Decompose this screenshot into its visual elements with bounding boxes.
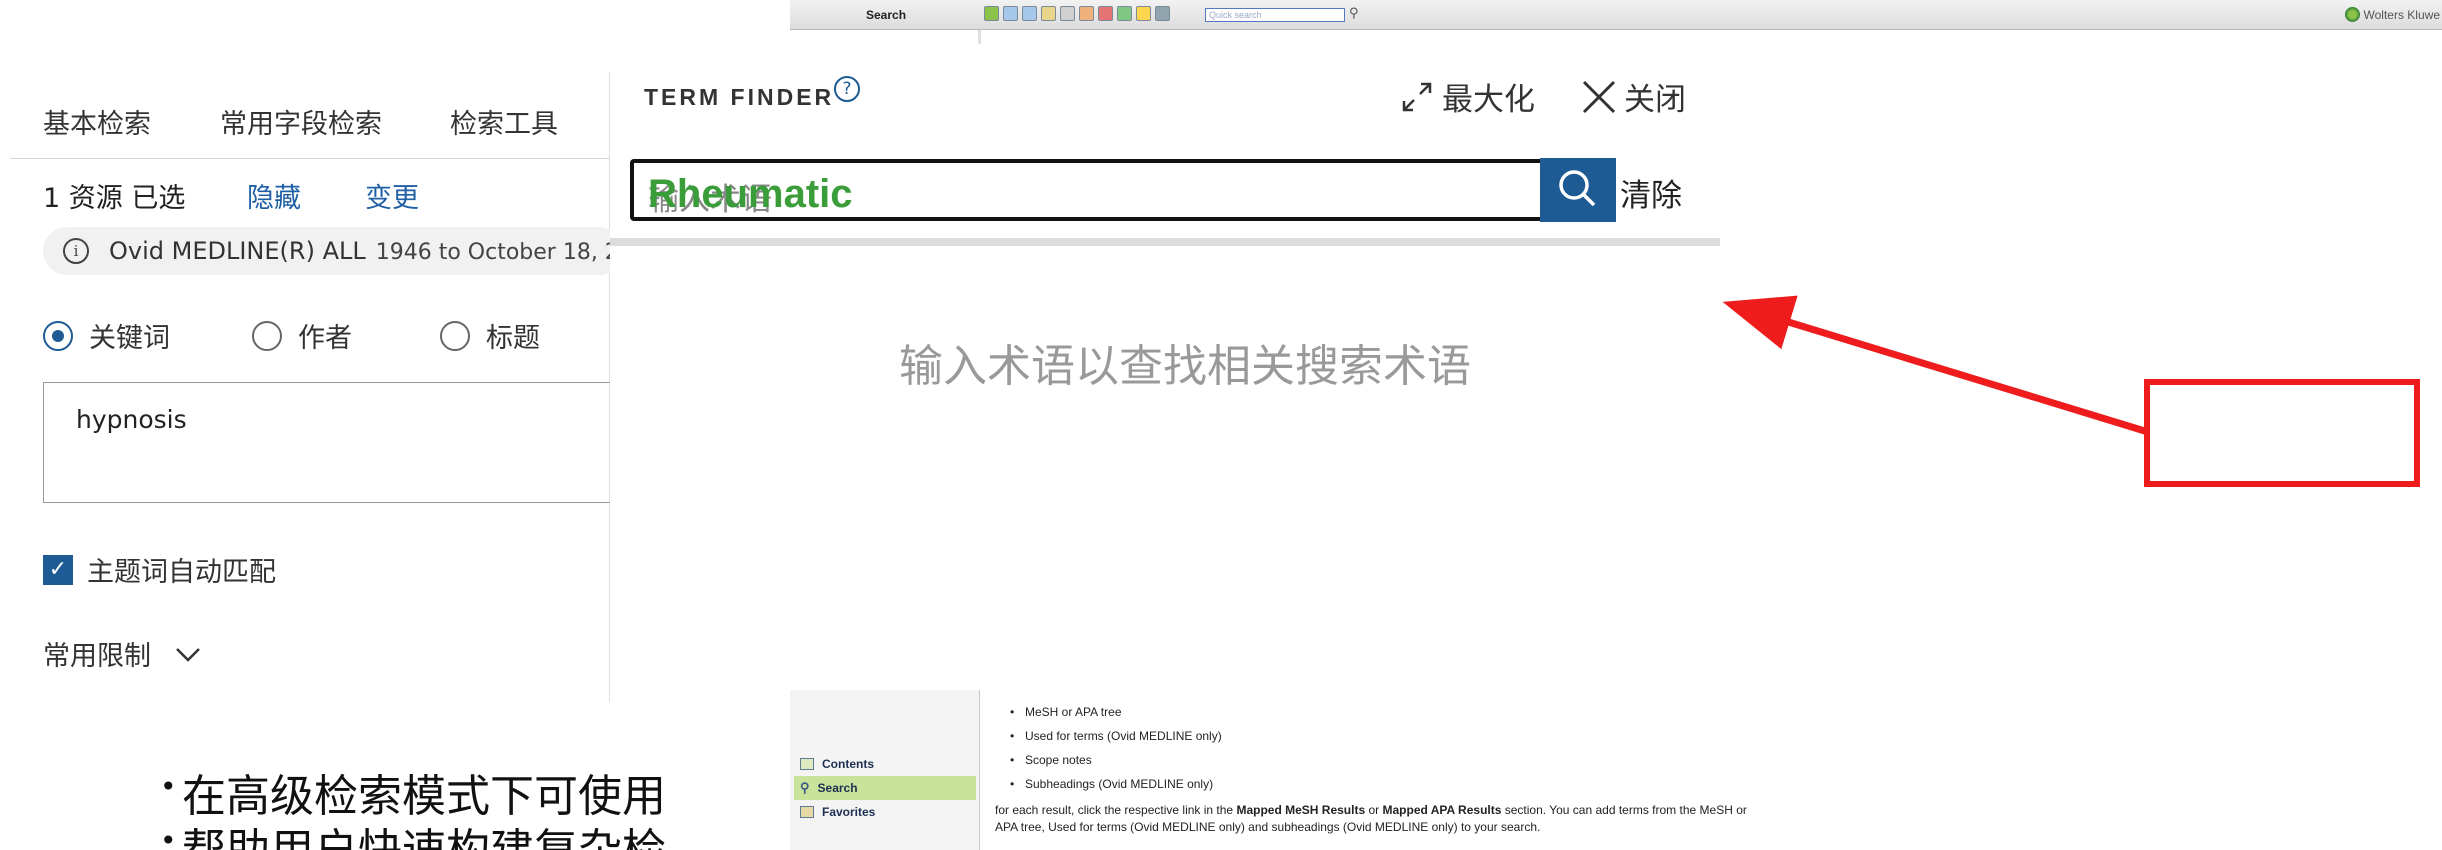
auto-map-checkbox[interactable]: ✓ 主题词自动匹配: [43, 550, 276, 589]
chevron-down-icon: [176, 647, 200, 662]
database-range: 1946 to October 18, 2: [375, 240, 619, 265]
help-toolbar: Search Quick search ⚲ Wolters Kluwe: [790, 0, 2442, 30]
radio-label: 标题: [486, 323, 540, 354]
help-paragraph-text: or: [1365, 803, 1383, 817]
database-badge: i Ovid MEDLINE(R) ALL 1946 to October 18,…: [43, 227, 623, 275]
help-sidebar-item-search[interactable]: ⚲ Search: [794, 776, 976, 800]
slide-bullet-text: 帮助用户快速构建复杂检: [182, 825, 666, 850]
checkbox-checked-icon[interactable]: ✓: [43, 554, 73, 585]
common-limits-toggle[interactable]: 常用限制: [43, 634, 201, 673]
print-icon[interactable]: [1060, 6, 1075, 21]
search-panel: 基本检索 常用字段检索 检索工具 1 资源 已选 隐藏 变更 i Ovid ME…: [10, 72, 623, 702]
tab-search-tools[interactable]: 检索工具: [450, 102, 558, 141]
term-search-value: Rheumatic: [648, 172, 853, 216]
keyword-query-value: hypnosis: [76, 405, 187, 434]
radio-title[interactable]: 标题: [440, 316, 540, 355]
mapped-apa-results-link: Mapped APA Results: [1382, 803, 1502, 817]
help-sidebar-item-favorites[interactable]: Favorites: [794, 800, 976, 824]
back-icon[interactable]: [1003, 6, 1018, 21]
mapped-mesh-results-link: Mapped MeSH Results: [1236, 803, 1366, 817]
term-finder-divider: [610, 238, 1720, 246]
folder-icon: [800, 806, 814, 818]
resources-selected-count: 1 资源 已选: [43, 183, 186, 214]
change-resources-link[interactable]: 变更: [365, 176, 419, 215]
help-pane-divider: [978, 30, 981, 44]
term-finder-empty-hint: 输入术语以查找相关搜索术语: [899, 341, 1471, 392]
radio-selected-icon[interactable]: [43, 320, 73, 351]
hide-resources-link[interactable]: 隐藏: [247, 176, 301, 215]
maximize-label: 最大化: [1442, 82, 1535, 118]
tab-divider: [10, 158, 610, 159]
maximize-button[interactable]: 最大化: [1400, 74, 1535, 119]
wolters-kluwer-logo-icon: [2344, 7, 2360, 22]
quick-search-input[interactable]: Quick search: [1205, 8, 1345, 22]
help-bullet: Subheadings (Ovid MEDLINE only): [995, 772, 1755, 796]
close-label: 关闭: [1624, 82, 1686, 118]
keyword-query-input[interactable]: hypnosis: [43, 382, 623, 503]
help-bullet: Scope notes: [995, 748, 1755, 772]
radio-label: 作者: [298, 323, 352, 354]
common-limits-label: 常用限制: [43, 641, 151, 672]
bullet-dot-icon: •: [160, 770, 177, 803]
slide-bullets: • 在高级检索模式下可使用 • 帮助用户快速构建复杂检: [0, 740, 790, 850]
radio-unselected-icon[interactable]: [440, 320, 470, 351]
annotation-arrow: [1722, 295, 2150, 436]
search-icon: [1559, 170, 1596, 207]
bullet-dot-icon: •: [160, 824, 177, 850]
help-toolbar-label: Search: [866, 8, 907, 22]
search-icon: ⚲: [800, 780, 810, 795]
auto-map-label: 主题词自动匹配: [87, 557, 276, 588]
radio-label: 关键词: [89, 323, 170, 354]
help-sidebar-item-contents[interactable]: Contents: [794, 752, 976, 776]
help-content: MeSH or APA tree Used for terms (Ovid ME…: [995, 700, 1755, 836]
help-bullet: MeSH or APA tree: [995, 700, 1755, 724]
term-finder-title: TERM FINDER: [644, 84, 835, 110]
help-toolbar-icons: [984, 6, 1170, 21]
radio-unselected-icon[interactable]: [252, 320, 282, 351]
brand-text: Wolters Kluwe: [2363, 7, 2440, 22]
help-sidebar-label: Contents: [822, 757, 874, 771]
slide-bullet: • 帮助用户快速构建复杂检: [160, 814, 666, 850]
term-search-button[interactable]: [1540, 158, 1616, 222]
term-finder-dialog: TERM FINDER ? 最大化 关闭 输入术语 Rheumatic 清除 输…: [610, 44, 1720, 684]
database-name: Ovid MEDLINE(R) ALL: [109, 237, 366, 265]
info-icon[interactable]: i: [63, 238, 89, 264]
help-question-icon[interactable]: ?: [834, 76, 860, 102]
book-icon: [800, 758, 814, 770]
help-sidebar-label: Search: [817, 781, 858, 795]
refresh-icon[interactable]: [1117, 6, 1132, 21]
help-sidebar: Contents ⚲ Search Favorites: [790, 690, 980, 850]
highlight-icon[interactable]: [1136, 6, 1151, 21]
help-window-body: Contents ⚲ Search Favorites MeSH or APA …: [790, 690, 1790, 850]
help-sidebar-label: Favorites: [822, 805, 876, 819]
quick-search-go-icon[interactable]: ⚲: [1349, 6, 1359, 21]
radio-keyword[interactable]: 关键词: [43, 316, 170, 355]
clear-button[interactable]: 清除: [1620, 170, 1682, 215]
close-icon: [1582, 80, 1616, 113]
home-icon[interactable]: [1079, 6, 1094, 21]
radio-author[interactable]: 作者: [252, 316, 352, 355]
help-paragraph: for each result, click the respective li…: [995, 802, 1755, 836]
screen-icon[interactable]: [1155, 6, 1170, 21]
tab-field-search[interactable]: 常用字段检索: [220, 102, 382, 141]
term-search-input[interactable]: 输入术语 Rheumatic: [630, 159, 1550, 221]
contents-icon[interactable]: [984, 6, 999, 21]
brand: Wolters Kluwe: [2344, 7, 2440, 22]
tab-basic-search[interactable]: 基本检索: [43, 102, 151, 141]
forward-icon[interactable]: [1022, 6, 1037, 21]
close-button[interactable]: 关闭: [1580, 74, 1686, 119]
help-paragraph-text: for each result, click the respective li…: [995, 803, 1237, 817]
annotation-box: [2144, 379, 2420, 487]
expand-icon: [1402, 82, 1432, 111]
calendar-icon[interactable]: [1041, 6, 1056, 21]
close-x-icon[interactable]: [1098, 6, 1113, 21]
help-bullet: Used for terms (Ovid MEDLINE only): [995, 724, 1755, 748]
